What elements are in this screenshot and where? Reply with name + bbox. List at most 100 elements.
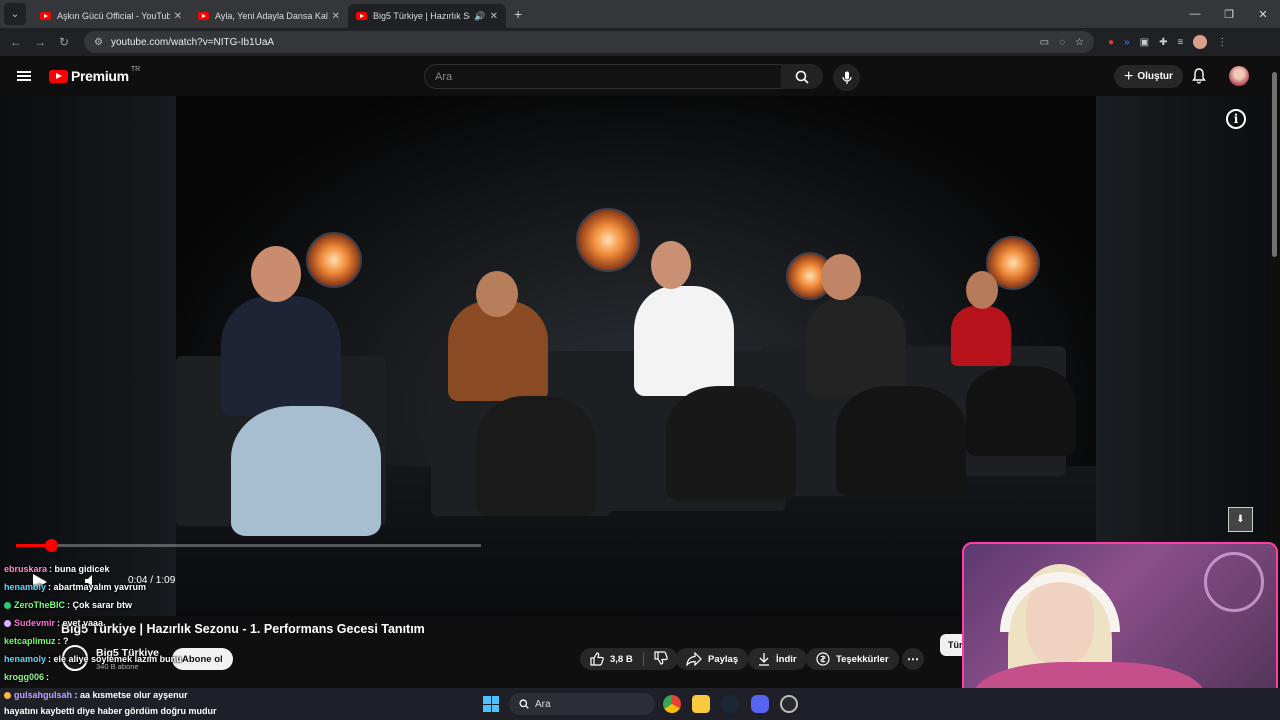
reload-icon[interactable]: ↻ bbox=[52, 35, 76, 49]
chat-message: ZeroTheBIC: Çok sarar btw bbox=[4, 600, 132, 610]
chat-badge-icon bbox=[4, 602, 11, 610]
download-label: İndir bbox=[776, 653, 797, 665]
chat-username: ketcaplimuz bbox=[4, 636, 56, 646]
person-jeans bbox=[231, 406, 381, 536]
chat-badge-icon bbox=[4, 692, 11, 700]
search-input[interactable]: Ara bbox=[424, 64, 782, 89]
chat-text: : abartmayalım yavrum bbox=[48, 582, 147, 592]
chat-text: : evet yaaa bbox=[57, 618, 104, 628]
share-button[interactable]: Paylaş bbox=[676, 648, 749, 670]
headphones-icon bbox=[1000, 572, 1120, 632]
tab-title: Aşkın Gücü Official - YouTube bbox=[57, 11, 170, 21]
back-arrow-icon[interactable]: ← bbox=[4, 35, 28, 49]
chat-username: ZeroTheBIC bbox=[14, 600, 66, 610]
tab-search-button[interactable]: ⌄ bbox=[4, 3, 26, 25]
more-actions-button[interactable]: ⋯ bbox=[902, 648, 924, 670]
stage-lamp bbox=[306, 232, 362, 288]
chat-text: hayatını kaybetti diye haber gördüm doğr… bbox=[4, 706, 217, 716]
download-button[interactable]: İndir bbox=[748, 648, 807, 670]
youtube-favicon-icon bbox=[198, 12, 209, 20]
restore-icon[interactable]: ❐ bbox=[1212, 8, 1246, 21]
speaker-icon[interactable]: 🔊 bbox=[474, 11, 485, 22]
chat-message: gulsahgulsah : aa kısmetse olur ayşenur bbox=[4, 690, 188, 700]
browser-tab-strip: ⌄ Aşkın Gücü Official - YouTube ✕ Ayla, … bbox=[0, 0, 1280, 28]
steam-icon[interactable] bbox=[721, 695, 739, 713]
reading-list-icon[interactable]: ≡ bbox=[1177, 37, 1183, 48]
extensions-puzzle-icon[interactable]: ✚ bbox=[1159, 37, 1167, 48]
plus-icon: + bbox=[1124, 67, 1134, 85]
create-button[interactable]: + Oluştur bbox=[1114, 65, 1183, 88]
notifications-bell-icon[interactable] bbox=[1192, 68, 1206, 89]
person-head bbox=[821, 254, 861, 300]
extension-blue-icon[interactable]: » bbox=[1124, 37, 1130, 48]
progress-bar[interactable] bbox=[16, 539, 481, 552]
video-left-bar bbox=[0, 96, 176, 616]
hamburger-menu-icon[interactable] bbox=[17, 71, 31, 81]
user-avatar[interactable] bbox=[1229, 66, 1249, 86]
close-tab-icon[interactable]: ✕ bbox=[174, 11, 182, 22]
share-icon bbox=[686, 652, 702, 666]
close-window-icon[interactable]: ✕ bbox=[1246, 8, 1280, 21]
search-button[interactable] bbox=[781, 64, 823, 89]
person-black-boots bbox=[966, 366, 1076, 456]
browser-menu-icon[interactable]: ⋮ bbox=[1217, 37, 1227, 48]
info-icon[interactable]: i bbox=[1226, 109, 1246, 129]
chrome-app-icon[interactable] bbox=[663, 695, 681, 713]
youtube-header: Premium TR Ara + Oluştur bbox=[0, 56, 1280, 96]
url-text: youtube.com/watch?v=NITG-Ib1UaA bbox=[110, 36, 275, 48]
chat-message: ketcaplimuz: ? bbox=[4, 636, 69, 646]
progress-scrubber[interactable] bbox=[45, 539, 59, 552]
tab-ayla[interactable]: Ayla, Yeni Adayla Dansa Kalktı, G ✕ bbox=[190, 4, 348, 28]
like-count: 3,8 B bbox=[610, 653, 633, 665]
scrollbar-thumb[interactable] bbox=[1272, 72, 1277, 257]
bookmark-star-icon[interactable]: ☆ bbox=[1075, 37, 1084, 48]
close-tab-icon[interactable]: ✕ bbox=[490, 11, 498, 22]
taskbar-search[interactable]: Ara bbox=[509, 693, 655, 715]
chat-username: henamoly bbox=[4, 582, 47, 592]
youtube-play-logo-icon bbox=[49, 69, 68, 83]
tab-askin-gucu[interactable]: Aşkın Gücü Official - YouTube ✕ bbox=[32, 4, 190, 28]
minimize-icon[interactable]: — bbox=[1178, 8, 1212, 20]
extension-red-icon[interactable]: ● bbox=[1108, 37, 1114, 48]
discord-icon[interactable] bbox=[751, 695, 769, 713]
thanks-button[interactable]: Teşekkürler bbox=[806, 648, 899, 670]
new-tab-button[interactable]: + bbox=[514, 6, 522, 22]
extension-square-icon[interactable]: ▣ bbox=[1140, 37, 1149, 48]
file-explorer-icon[interactable] bbox=[692, 695, 710, 713]
chat-username: Sudevmir bbox=[14, 618, 56, 628]
voice-search-button[interactable] bbox=[833, 64, 860, 91]
youtube-logo[interactable]: Premium TR bbox=[49, 65, 141, 84]
create-label: Oluştur bbox=[1137, 71, 1173, 82]
video-right-bar bbox=[1096, 96, 1270, 616]
dislike-button[interactable] bbox=[654, 650, 668, 668]
extensions-area: ● » ▣ ✚ ≡ ⋮ bbox=[1108, 35, 1227, 49]
site-info-icon[interactable]: ⚙ bbox=[94, 37, 103, 48]
close-tab-icon[interactable]: ✕ bbox=[332, 11, 340, 22]
windows-start-icon[interactable] bbox=[483, 696, 499, 712]
cast-icon[interactable]: ▭ bbox=[1040, 37, 1049, 48]
search-icon bbox=[795, 70, 809, 84]
obs-icon[interactable] bbox=[780, 695, 798, 713]
profile-avatar[interactable] bbox=[1193, 35, 1208, 49]
address-toolbar: ← → ↻ ⚙ youtube.com/watch?v=NITG-Ib1UaA … bbox=[0, 28, 1280, 56]
chat-message: Sudevmir: evet yaaa bbox=[4, 618, 103, 628]
download-icon bbox=[759, 653, 769, 666]
chat-text: : ? bbox=[57, 636, 69, 646]
tab-title: Big5 Türkiye | Hazırlık Sezon bbox=[373, 11, 470, 21]
person-leather-jacket bbox=[806, 296, 906, 396]
chat-text: : aa kısmetse olur ayşenur bbox=[74, 690, 188, 700]
like-button[interactable]: 3,8 B bbox=[590, 652, 633, 666]
video-player[interactable]: i 0:04 / 1:09 ⬇ bbox=[0, 96, 1270, 616]
download-overlay-icon[interactable]: ⬇ bbox=[1228, 507, 1253, 532]
address-bar[interactable]: ⚙ youtube.com/watch?v=NITG-Ib1UaA ▭ ◌ ☆ bbox=[84, 31, 1094, 53]
logo-region: TR bbox=[130, 65, 141, 73]
person-navy-shirt bbox=[221, 296, 341, 416]
tab-big5[interactable]: Big5 Türkiye | Hazırlık Sezon 🔊 ✕ bbox=[348, 4, 506, 28]
chat-message: hayatını kaybetti diye haber gördüm doğr… bbox=[4, 706, 217, 716]
window-controls: — ❐ ✕ bbox=[1178, 0, 1280, 28]
chat-username: henamoly bbox=[4, 654, 47, 664]
like-dislike-group: 3,8 B bbox=[580, 648, 678, 670]
person-white-shirt bbox=[634, 286, 734, 396]
eye-off-icon[interactable]: ◌ bbox=[1059, 37, 1065, 48]
forward-arrow-icon[interactable]: → bbox=[28, 35, 52, 49]
